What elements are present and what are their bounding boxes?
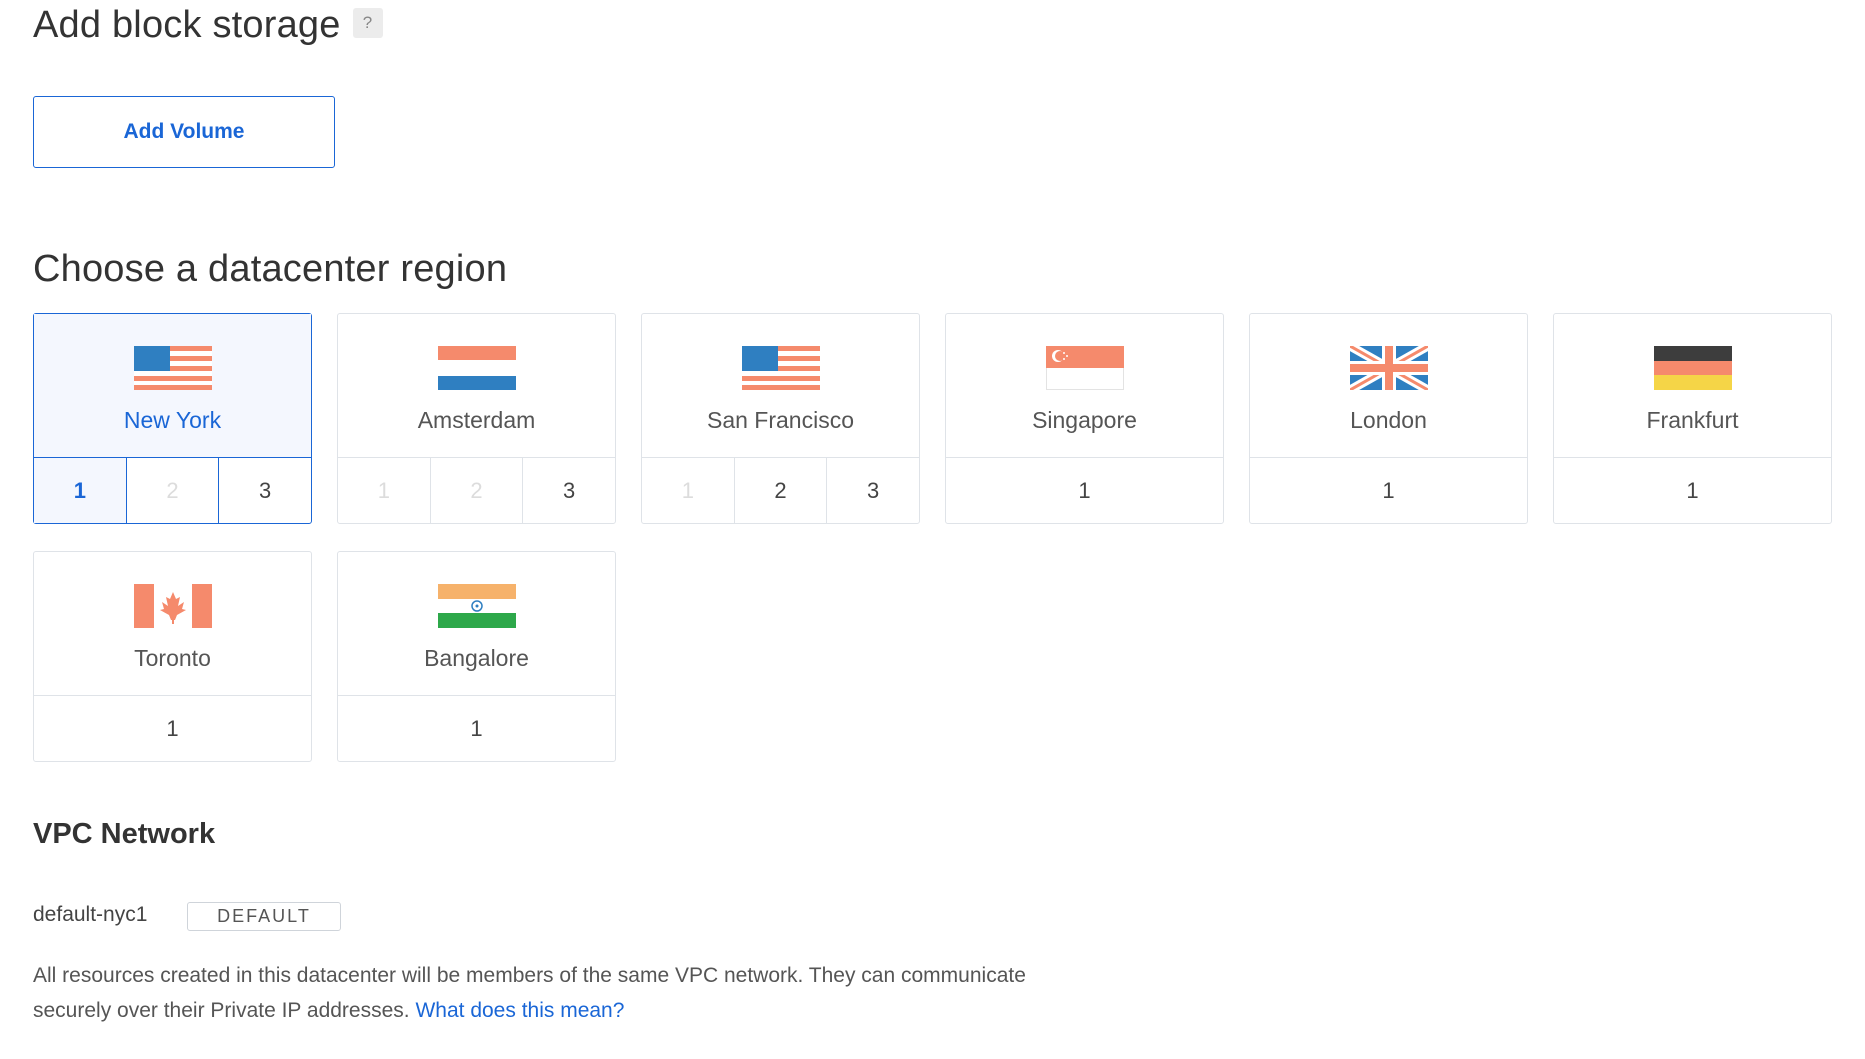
region-card-header[interactable]: Frankfurt (1554, 314, 1831, 458)
region-card-frankfurt[interactable]: Frankfurt 1 (1553, 313, 1832, 524)
canada-flag-icon (134, 584, 212, 628)
singapore-flag-icon (1046, 346, 1124, 390)
us-flag-icon (134, 346, 212, 390)
help-icon[interactable]: ? (352, 7, 383, 38)
datacenter-option-2: 2 (125, 458, 219, 523)
datacenter-options: 1 2 3 (34, 458, 311, 523)
datacenter-option-1[interactable]: 1 (34, 458, 126, 523)
region-card-london[interactable]: London 1 (1249, 313, 1528, 524)
vpc-network-title: VPC Network (33, 818, 216, 850)
datacenter-option-1[interactable]: 1 (338, 696, 615, 761)
datacenter-options: 1 (946, 458, 1223, 523)
region-name: Bangalore (424, 645, 529, 671)
datacenter-option-1[interactable]: 1 (1554, 458, 1831, 523)
region-name: London (1350, 407, 1427, 433)
block-storage-section: Add block storage? (33, 4, 383, 47)
region-card-amsterdam[interactable]: Amsterdam 1 2 3 (337, 313, 616, 524)
region-name: New York (123, 407, 222, 433)
datacenter-options: 1 2 3 (338, 458, 615, 523)
datacenter-option-1[interactable]: 1 (34, 696, 311, 761)
datacenter-options: 1 (1554, 458, 1831, 523)
region-card-singapore[interactable]: Singapore 1 (945, 313, 1224, 524)
region-name: Amsterdam (417, 407, 536, 433)
india-flag-icon (438, 584, 516, 628)
region-card-header[interactable]: Bangalore (338, 552, 615, 696)
region-card-bangalore[interactable]: Bangalore 1 (337, 551, 616, 762)
vpc-description-block: All resources created in this datacenter… (33, 958, 1033, 1028)
datacenter-options: 1 (338, 696, 615, 761)
region-section-title: Choose a datacenter region (33, 248, 508, 290)
datacenter-option-2: 2 (429, 458, 523, 523)
add-volume-button[interactable]: Add Volume (33, 96, 335, 168)
region-card-header[interactable]: London (1250, 314, 1527, 458)
region-name: Singapore (1032, 407, 1137, 433)
datacenter-option-1: 1 (681, 478, 694, 503)
datacenter-options: 1 (1250, 458, 1527, 523)
datacenter-options: 1 (34, 696, 311, 761)
region-name: Frankfurt (1646, 407, 1739, 433)
datacenter-option-1[interactable]: 1 (1250, 458, 1527, 523)
region-card-header[interactable]: Toronto (34, 552, 311, 696)
uk-flag-icon (1350, 346, 1428, 390)
region-name: San Francisco (706, 407, 854, 433)
what-does-this-mean-link[interactable]: What does this mean? (415, 999, 624, 1022)
datacenter-option-1: 1 (377, 478, 390, 503)
region-card-san-francisco[interactable]: San Francisco 1 2 3 (641, 313, 920, 524)
region-card-new-york[interactable]: New York 1 2 3 (33, 313, 312, 524)
block-storage-title: Add block storage (33, 4, 341, 46)
datacenter-options: 1 2 3 (642, 458, 919, 523)
region-card-header[interactable]: New York (34, 314, 311, 458)
us-flag-icon (742, 346, 820, 390)
region-card-header[interactable]: Amsterdam (338, 314, 615, 458)
default-badge: DEFAULT (187, 902, 341, 931)
netherlands-flag-icon (438, 346, 516, 390)
region-card-header[interactable]: Singapore (946, 314, 1223, 458)
region-name: Toronto (134, 645, 211, 671)
datacenter-option-1[interactable]: 1 (946, 458, 1223, 523)
datacenter-option-3[interactable]: 3 (218, 458, 311, 523)
region-card-toronto[interactable]: Toronto 1 (33, 551, 312, 762)
germany-flag-icon (1654, 346, 1732, 390)
vpc-name: default-nyc1 (33, 903, 148, 926)
datacenter-option-3[interactable]: 3 (522, 458, 615, 523)
region-card-header[interactable]: San Francisco (642, 314, 919, 458)
datacenter-option-2[interactable]: 2 (733, 458, 827, 523)
datacenter-option-3[interactable]: 3 (826, 458, 919, 523)
